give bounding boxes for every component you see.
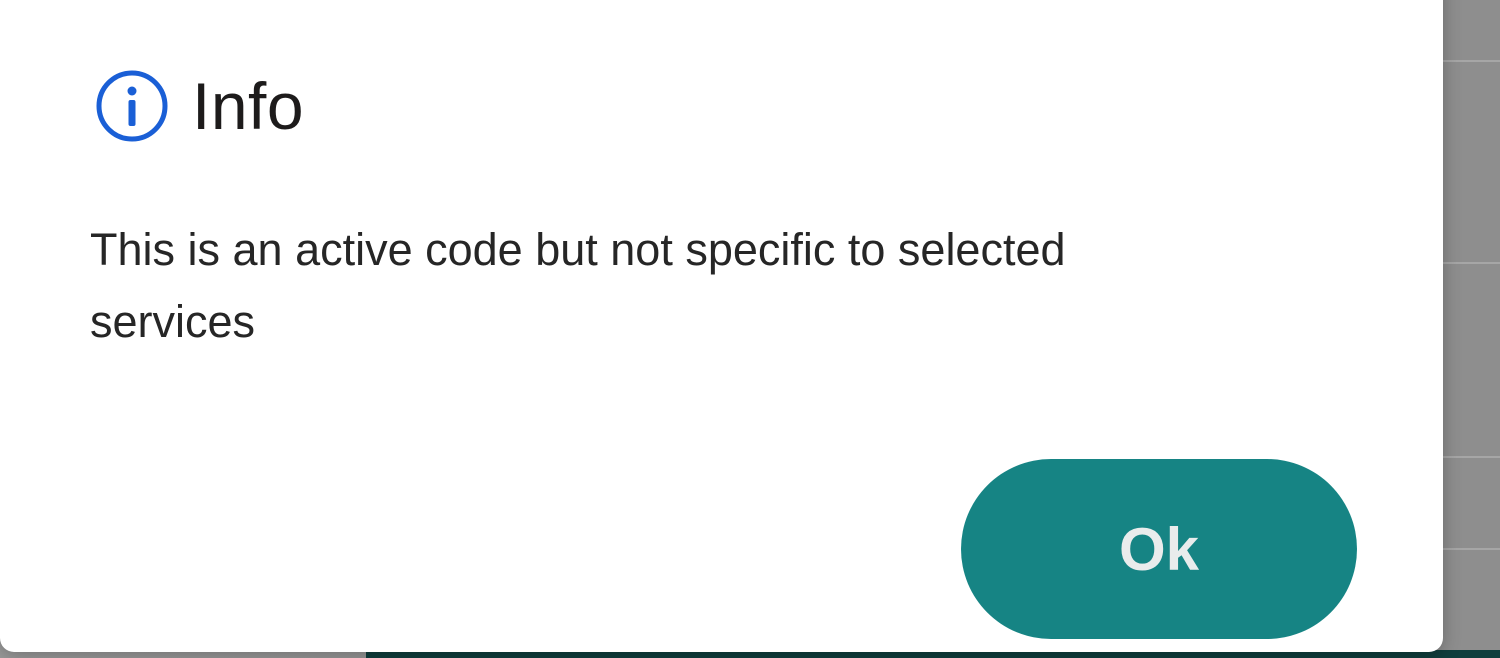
background-panel bbox=[1442, 0, 1500, 658]
dialog-header: Info bbox=[94, 68, 304, 144]
background-divider bbox=[1442, 60, 1500, 62]
background-divider bbox=[1442, 262, 1500, 264]
dialog-message: This is an active code but not specific … bbox=[90, 224, 1066, 347]
ok-button[interactable]: Ok bbox=[961, 459, 1357, 639]
info-icon bbox=[94, 68, 170, 144]
dialog-title: Info bbox=[192, 69, 305, 143]
background-divider bbox=[1442, 456, 1500, 458]
background-divider bbox=[1442, 548, 1500, 550]
